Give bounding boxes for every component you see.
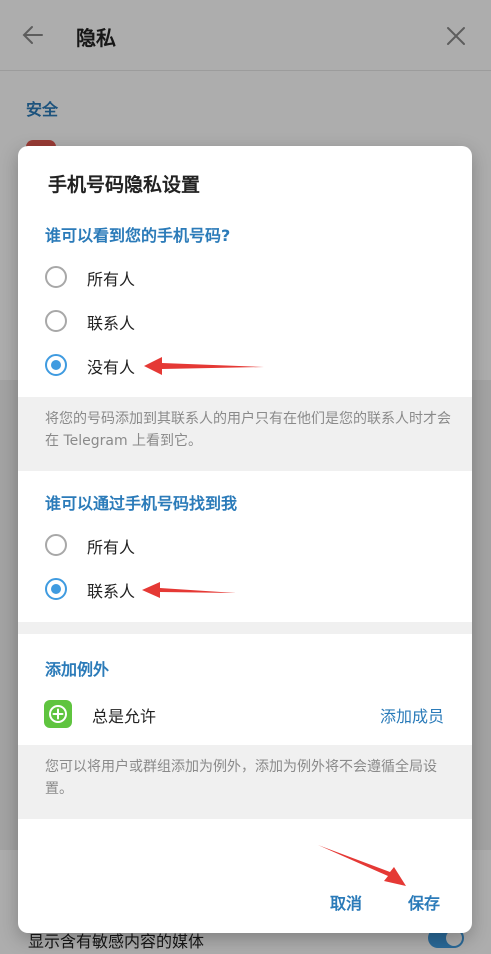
exceptions-info: 您可以将用户或群组添加为例外，添加为例外将不会遵循全局设置。 (45, 759, 437, 797)
radio-button[interactable] (45, 266, 67, 288)
radio-button-checked[interactable] (45, 578, 67, 600)
radio-label: 所有人 (87, 538, 136, 557)
cancel-button[interactable]: 取消 (330, 890, 362, 914)
exceptions-title: 添加例外 (45, 660, 110, 679)
dialog-title: 手机号码隐私设置 (48, 174, 201, 196)
radio-button[interactable] (45, 534, 67, 556)
radio-option-contacts[interactable]: 联系人 (45, 304, 465, 340)
radio-option-find-everyone[interactable]: 所有人 (45, 528, 465, 564)
section-divider (18, 622, 472, 634)
add-icon[interactable] (44, 700, 72, 728)
radio-label: 所有人 (87, 270, 136, 289)
radio-button[interactable] (45, 310, 67, 332)
who-can-find-title: 谁可以通过手机号码找到我 (45, 494, 238, 513)
radio-option-nobody[interactable]: 没有人 (45, 348, 465, 384)
always-allow-row[interactable]: 总是允许 添加成员 (44, 698, 450, 730)
radio-button-checked[interactable] (45, 354, 67, 376)
always-allow-label: 总是允许 (92, 707, 157, 726)
radio-option-find-contacts[interactable]: 联系人 (45, 572, 465, 608)
who-can-see-title: 谁可以看到您的手机号码? (45, 226, 231, 245)
radio-label: 联系人 (87, 314, 136, 333)
save-button[interactable]: 保存 (408, 890, 440, 914)
exceptions-info-band: 您可以将用户或群组添加为例外，添加为例外将不会遵循全局设置。 (18, 745, 472, 819)
who-can-see-info: 将您的号码添加到其联系人的用户只有在他们是您的联系人时才会在 Telegram … (45, 411, 451, 449)
info-band: 将您的号码添加到其联系人的用户只有在他们是您的联系人时才会在 Telegram … (18, 397, 472, 471)
radio-option-everyone[interactable]: 所有人 (45, 260, 465, 296)
radio-label: 联系人 (87, 582, 136, 601)
add-members-link[interactable]: 添加成员 (380, 703, 444, 727)
radio-label: 没有人 (87, 358, 136, 377)
phone-privacy-dialog: 手机号码隐私设置 谁可以看到您的手机号码? 所有人 联系人 没有人 将您的号码添… (18, 146, 472, 933)
